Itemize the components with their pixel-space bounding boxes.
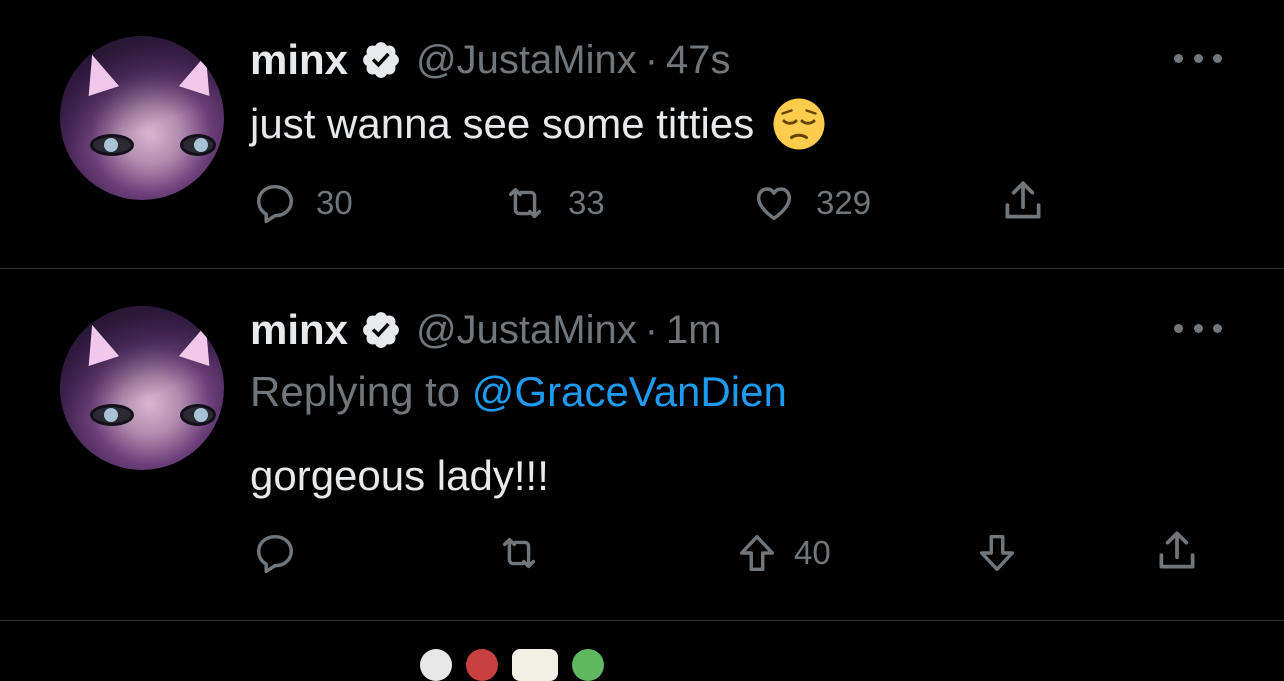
upvote-button[interactable]: 40 <box>734 528 831 578</box>
more-options-icon[interactable] <box>1174 48 1222 68</box>
reply-icon <box>256 184 294 224</box>
share-button[interactable] <box>1152 526 1202 576</box>
user-handle[interactable]: @JustaMinx <box>416 38 637 83</box>
emoji-icon <box>466 649 498 681</box>
tweet-header: minx @JustaMinx · 1m <box>250 302 722 358</box>
reply-icon <box>256 534 294 574</box>
user-handle[interactable]: @JustaMinx <box>416 308 637 353</box>
arrow-down-icon <box>979 534 1015 572</box>
tweet-text-content: gorgeous lady!!! <box>250 452 549 499</box>
retweet-button[interactable]: 33 <box>500 178 605 228</box>
replying-to: Replying to @GraceVanDien <box>250 368 787 416</box>
retweet-button[interactable] <box>494 528 544 578</box>
verified-badge-icon <box>363 312 399 348</box>
share-icon <box>1005 181 1041 219</box>
next-tweet-preview <box>420 645 700 681</box>
downvote-button[interactable] <box>974 528 1020 578</box>
share-icon <box>1159 531 1195 569</box>
tweet-text-content: just wanna see some titties <box>250 100 755 147</box>
separator-dot: · <box>644 37 659 82</box>
display-name[interactable]: minx <box>250 306 348 354</box>
tweet-divider <box>0 268 1284 269</box>
emoji-icon <box>420 649 452 681</box>
retweet-icon <box>508 187 542 219</box>
emoji-icon <box>572 649 604 681</box>
pensive-face-emoji-icon <box>773 98 825 150</box>
retweet-icon <box>502 537 536 569</box>
reply-button[interactable] <box>252 528 298 578</box>
avatar[interactable] <box>60 36 224 200</box>
timestamp[interactable]: 1m <box>666 308 722 353</box>
tweet-text: gorgeous lady!!! <box>250 446 549 506</box>
tweet-divider <box>0 620 1284 621</box>
replying-prefix: Replying to <box>250 368 461 415</box>
avatar[interactable] <box>60 306 224 470</box>
arrow-up-icon <box>739 534 775 572</box>
tweet-1[interactable]: minx @JustaMinx · 47s just wanna see som… <box>0 0 1284 268</box>
tweet-header: minx @JustaMinx · 47s <box>250 32 731 88</box>
emoji-icon <box>512 649 558 681</box>
tweet-text: just wanna see some titties <box>250 94 826 154</box>
reply-button[interactable]: 30 <box>252 178 353 228</box>
mention-link[interactable]: @GraceVanDien <box>472 368 787 415</box>
upvote-count: 40 <box>794 534 831 571</box>
like-button[interactable]: 329 <box>750 178 871 228</box>
reply-count: 30 <box>316 184 353 221</box>
timestamp[interactable]: 47s <box>666 38 731 83</box>
more-options-icon[interactable] <box>1174 318 1222 338</box>
display-name[interactable]: minx <box>250 36 348 84</box>
like-count: 329 <box>816 184 872 221</box>
retweet-count: 33 <box>568 184 605 221</box>
heart-icon <box>756 187 792 221</box>
verified-badge-icon <box>363 42 399 78</box>
tweet-2[interactable]: minx @JustaMinx · 1m Replying to @GraceV… <box>0 270 1284 620</box>
share-button[interactable] <box>998 176 1048 226</box>
separator-dot: · <box>644 307 659 352</box>
